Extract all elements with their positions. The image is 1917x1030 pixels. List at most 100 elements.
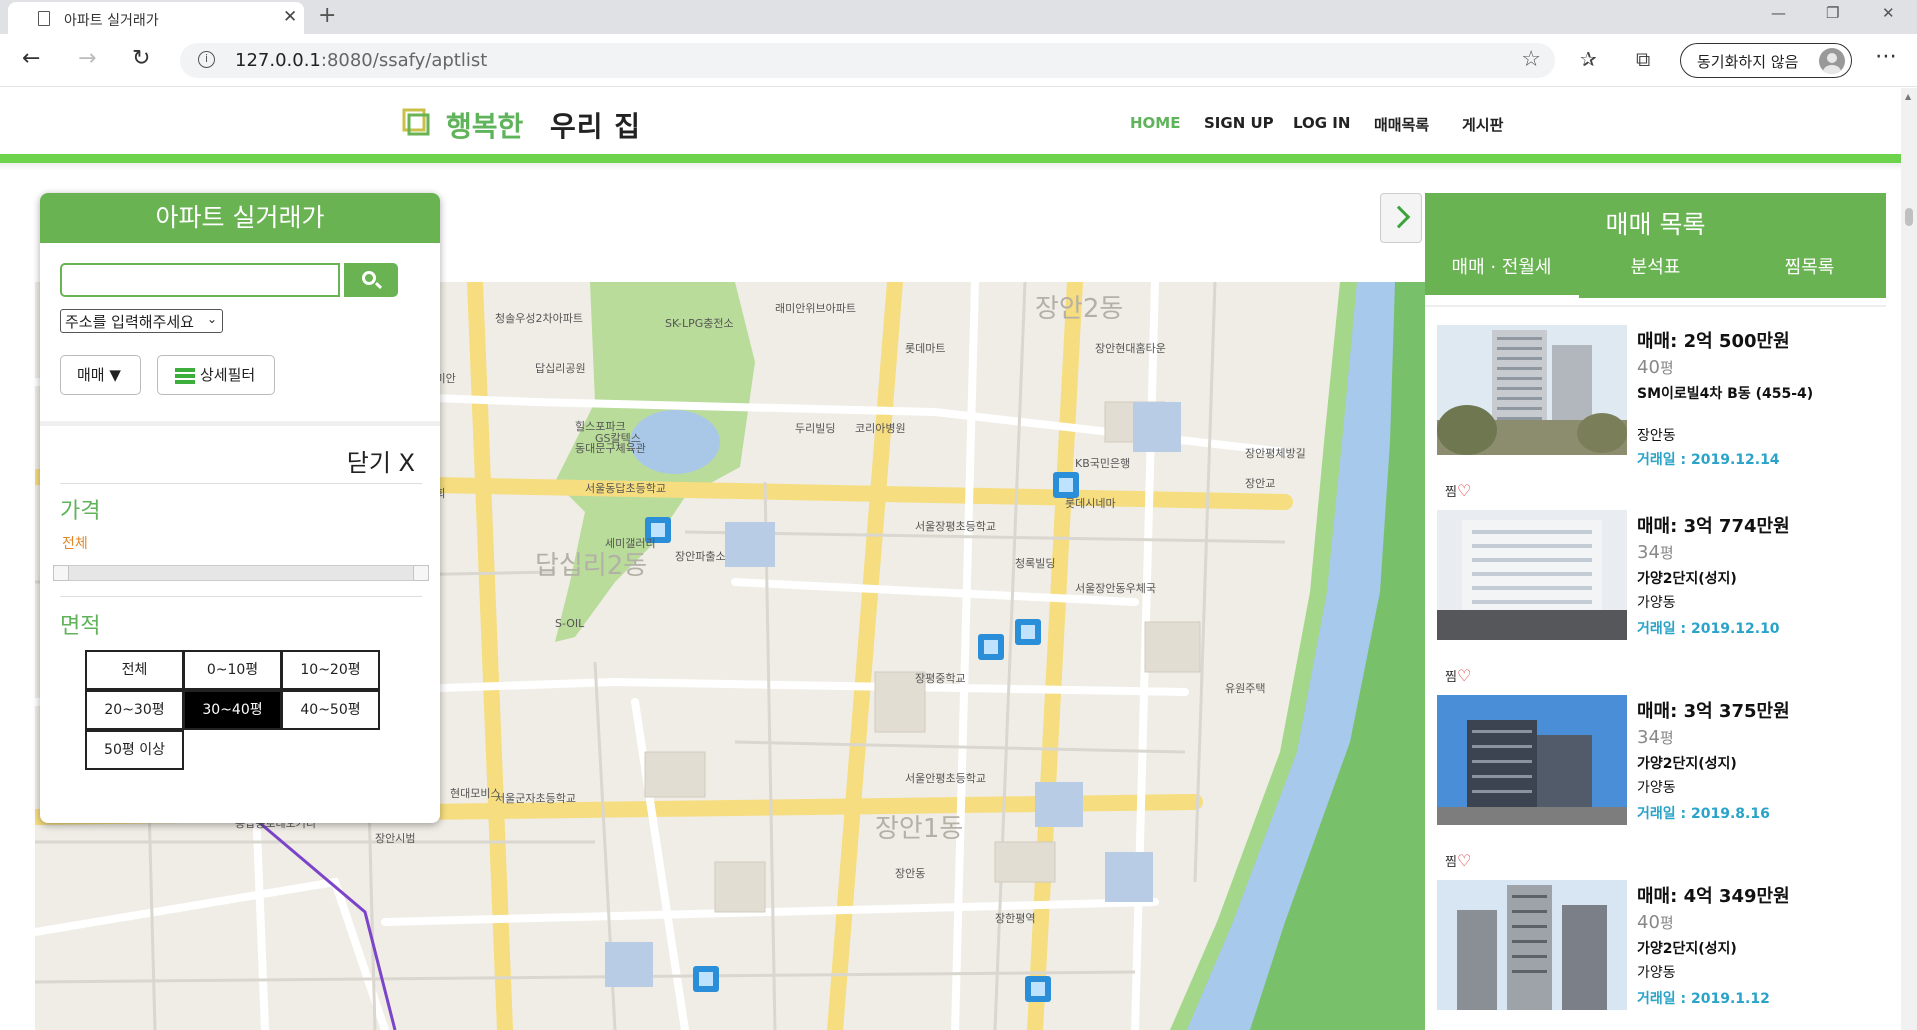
restore-icon[interactable]: ❐ [1826,4,1839,22]
scroll-up-icon[interactable]: ▲ [1905,92,1911,101]
listing-dong: 장안동 [1637,428,1676,444]
site-info-icon[interactable]: i [198,51,215,68]
nav-signup[interactable]: SIGN UP [1204,114,1274,132]
map-place-label: 장안동 [895,867,925,880]
filter-icon [175,368,195,384]
slider-min-handle[interactable] [53,565,69,581]
page-scrollbar[interactable]: ▲ [1901,88,1917,1030]
area-option-50-plus[interactable]: 50평 이상 [85,730,184,770]
map-place-label: KB국민은행 [1075,457,1130,470]
map-place-label: 서울동답초등학교 [585,482,666,495]
listing-area: 40평 [1637,912,1674,933]
area-option-0-10[interactable]: 0~10평 [183,650,282,690]
close-tab-icon[interactable]: ✕ [283,7,297,27]
sync-label: 동기화하지 않음 [1697,53,1799,71]
listing-card[interactable]: 매매: 2억 500만원 40평 SM이로빌4차 B동 (455-4) 장안동 … [1437,325,1877,510]
address-bar[interactable]: i 127.0.0.1:8080/ssafy/aptlist ☆ [180,43,1555,78]
detail-filter-label: 상세필터 [200,366,256,384]
area-option-10-20[interactable]: 10~20평 [281,650,380,690]
map-place-label: 세미갤러리 [605,537,656,550]
zzim-button[interactable]: 찜♡ [1445,481,1471,500]
area-option-20-30[interactable]: 20~30평 [85,690,184,730]
listing-price: 매매: 3억 774만원 [1637,516,1790,537]
price-value: 전체 [62,536,88,552]
minimize-icon[interactable]: — [1771,4,1786,22]
browser-toolbar: ← → ↻ i 127.0.0.1:8080/ssafy/aptlist ☆ ✰… [0,34,1917,87]
logo-icon [402,108,430,136]
listing-dong: 가양동 [1637,965,1676,981]
close-filter-button[interactable]: 닫기 X [347,443,415,478]
listing-date: 거래일 : 2019.1.12 [1637,991,1770,1007]
price-range-slider[interactable] [53,565,429,581]
profile-sync-button[interactable]: 동기화하지 않음 [1680,43,1852,78]
new-tab-icon[interactable]: + [318,3,336,28]
nav-trade-list[interactable]: 매매목록 [1374,114,1429,135]
logo-text-green[interactable]: 행복한 [446,105,523,145]
scrollbar-thumb[interactable] [1905,208,1913,226]
window-close-icon[interactable]: ✕ [1882,4,1895,22]
area-option-30-40[interactable]: 30~40평 [183,690,282,730]
divider [40,421,440,426]
address-select[interactable]: 주소를 입력해주세요 ⌄ [60,309,223,333]
nav-board[interactable]: 게시판 [1462,114,1503,135]
svg-text:답십리2동: 답십리2동 [535,551,647,581]
map-place-label: 청솔우성2차아파트 [495,312,583,325]
zzim-button[interactable]: 찜♡ [1445,666,1471,685]
more-menu-icon[interactable]: ⋯ [1875,44,1897,69]
address-select-value: 주소를 입력해주세요 [65,313,194,331]
listing-date: 거래일 : 2019.8.16 [1637,806,1770,822]
tab-trade-rent[interactable]: 매매 · 전월세 [1425,253,1578,279]
slider-max-handle[interactable] [413,565,429,581]
search-input[interactable] [60,263,340,297]
listing-card[interactable]: 매매: 4억 349만원 40평 가양2단지(성지) 가양동 거래일 : 201… [1437,880,1877,1030]
svg-text:장안2동: 장안2동 [1035,294,1123,324]
zzim-button[interactable]: 찜♡ [1445,851,1471,870]
collections-icon[interactable]: ⧉ [1636,47,1650,71]
listing-name: 가양2단지(성지) [1637,941,1737,957]
list-toggle-button[interactable] [1380,193,1422,243]
listing-name: 가양2단지(성지) [1637,571,1737,587]
page-viewport: 행복한 우리 집 HOME SIGN UP LOG IN 매매목록 게시판 답십… [0,88,1901,1030]
search-button[interactable] [344,263,398,297]
refresh-icon[interactable]: ↻ [132,46,150,71]
apartment-photo [1437,695,1627,825]
detail-filter-button[interactable]: 상세필터 [157,355,275,395]
divider [60,596,422,597]
map-place-label: 장안평체방길 [1245,447,1306,460]
area-title: 면적 [60,614,101,639]
logo-text[interactable]: 우리 집 [550,105,641,145]
trade-type-button[interactable]: 매매 ▼ [60,355,141,395]
nav-login[interactable]: LOG IN [1293,114,1350,132]
header-shadow [0,163,1901,171]
map-place-label: 래미안위브아파트 [775,302,856,315]
map-place-label: 두리빌딩 [795,422,835,435]
listing-card[interactable]: 매매: 3억 774만원 34평 가양2단지(성지) 가양동 거래일 : 201… [1437,510,1877,695]
favorites-icon[interactable]: ✰ [1580,47,1597,71]
listing-area: 40평 [1637,357,1674,378]
map-place-label: 답십리공원 [535,362,586,375]
map-place-label: 청록빌딩 [1015,557,1055,570]
map-place-label: 롯데시네마 [1065,497,1116,510]
trade-list-panel: 매매 목록 매매 · 전월세 분석표 찜목록 매매: 2억 500만원 40평 … [1425,193,1886,1030]
apartment-photo [1437,510,1627,640]
favorite-star-icon[interactable]: ☆ [1521,47,1541,72]
avatar [1819,48,1845,74]
tab-analysis[interactable]: 분석표 [1579,253,1732,279]
listing-card[interactable]: 매매: 3억 375만원 34평 가양2단지(성지) 가양동 거래일 : 201… [1437,695,1877,880]
chevron-right-icon [1387,205,1411,229]
listing-area: 34평 [1637,727,1674,748]
area-option-all[interactable]: 전체 [85,650,184,690]
nav-home[interactable]: HOME [1130,114,1180,132]
search-filter-panel: 아파트 실거래가 주소를 입력해주세요 ⌄ 매매 ▼ 상세필터 닫기 X 가격 … [40,193,440,823]
forward-icon[interactable]: → [78,46,96,71]
divider [1425,305,1886,307]
map-place-label: 코리아병원 [855,422,906,435]
chevron-down-icon: ⌄ [206,312,217,326]
url-text[interactable]: 127.0.0.1:8080/ssafy/aptlist [235,50,487,71]
area-option-40-50[interactable]: 40~50평 [281,690,380,730]
browser-tab[interactable]: 아파트 실거래가 ✕ [8,2,304,34]
heart-icon: ♡ [1456,481,1472,500]
back-icon[interactable]: ← [22,46,40,71]
map-place-label: 장한평역 [995,912,1035,925]
tab-zzim-list[interactable]: 찜목록 [1733,253,1886,279]
